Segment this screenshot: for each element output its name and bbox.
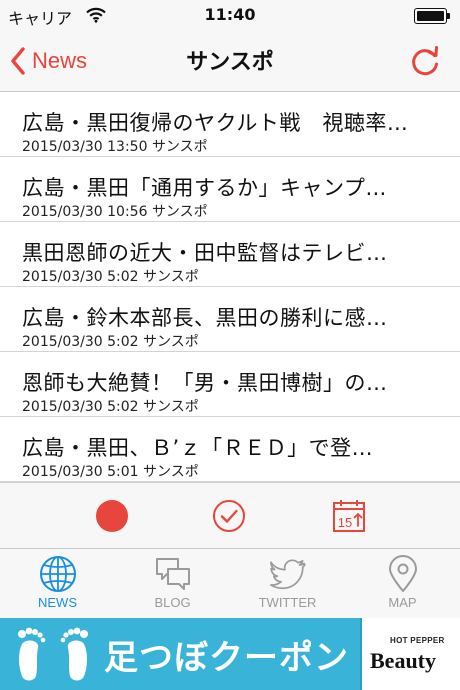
navigation-bar: News サンスポ: [0, 30, 460, 92]
news-title: 広島・黒田、Ｂ’ｚ「ＲＥＤ」で登…: [22, 436, 374, 460]
news-meta: 2015/03/30 5:02 サンスポ: [22, 269, 199, 285]
list-item[interactable]: 広島・鈴木本部長、黒田の勝利に感… 2015/03/30 5:02 サンスポ: [0, 287, 460, 352]
tab-label: NEWS: [38, 595, 77, 610]
refresh-icon: [412, 46, 438, 76]
status-bar: キャリア 11:40: [0, 0, 460, 30]
action-toolbar: 15: [0, 482, 460, 548]
calendar-icon: 15: [333, 500, 365, 532]
chat-bubbles-icon: [155, 558, 190, 590]
ad-headline: 足つぼクーポン: [104, 638, 349, 678]
bird-icon: [269, 559, 305, 590]
ad-banner[interactable]: 足つぼクーポン HOT PEPPER Beauty: [0, 618, 460, 690]
tab-blog[interactable]: BLOG: [115, 549, 230, 619]
globe-icon: [39, 556, 76, 592]
calendar-button[interactable]: 15: [332, 499, 366, 533]
list-item[interactable]: 広島・黒田復帰のヤクルト戦 視聴率… 2015/03/30 13:50 サンスポ: [0, 92, 460, 157]
hotpepper-beauty-logo: HOT PEPPER Beauty: [360, 618, 460, 690]
list-item[interactable]: 恩師も大絶賛！「男・黒田博樹」の… 2015/03/30 5:02 サンスポ: [0, 352, 460, 417]
news-meta: 2015/03/30 13:50 サンスポ: [22, 139, 208, 155]
news-list: 広島・黒田復帰のヤクルト戦 視聴率… 2015/03/30 13:50 サンスポ…: [0, 92, 460, 482]
tab-twitter[interactable]: TWITTER: [230, 549, 345, 619]
status-time: 11:40: [204, 5, 256, 24]
tab-news[interactable]: NEWS: [0, 549, 115, 619]
ad-logo-main-text: Beauty: [370, 648, 436, 673]
battery-icon: [414, 8, 450, 24]
page-title: サンスポ: [186, 50, 274, 75]
list-item[interactable]: 広島・黒田「通用するか」キャンプ… 2015/03/30 10:56 サンスポ: [0, 157, 460, 222]
tab-label: MAP: [388, 595, 417, 610]
list-item[interactable]: 黒田恩師の近大・田中監督はテレビ… 2015/03/30 5:02 サンスポ: [0, 222, 460, 287]
news-title: 広島・黒田復帰のヤクルト戦 視聴率…: [22, 111, 409, 135]
news-meta: 2015/03/30 5:02 サンスポ: [22, 334, 199, 350]
news-title: 広島・黒田「通用するか」キャンプ…: [22, 176, 387, 200]
news-meta: 2015/03/30 5:02 サンスポ: [22, 399, 199, 415]
tab-bar: NEWS BLOG TWITTER MAP: [0, 548, 460, 618]
footprints-icon: [18, 627, 88, 681]
tab-map[interactable]: MAP: [345, 549, 460, 619]
calendar-icon-text: 15: [338, 515, 352, 530]
news-title: 広島・鈴木本部長、黒田の勝利に感…: [22, 306, 388, 330]
ad-logo-small-text: HOT PEPPER: [390, 636, 445, 645]
map-pin-icon: [388, 555, 417, 592]
check-button[interactable]: [212, 499, 246, 533]
record-button[interactable]: [95, 499, 129, 533]
tab-label: BLOG: [154, 595, 191, 610]
news-meta: 2015/03/30 10:56 サンスポ: [22, 204, 208, 220]
record-dot-icon: [96, 500, 128, 532]
news-title: 黒田恩師の近大・田中監督はテレビ…: [22, 241, 388, 265]
tab-label: TWITTER: [258, 595, 317, 610]
news-title: 恩師も大絶賛！「男・黒田博樹」の…: [22, 371, 388, 395]
refresh-button[interactable]: [408, 44, 442, 78]
list-item[interactable]: 広島・黒田、Ｂ’ｚ「ＲＥＤ」で登… 2015/03/30 5:01 サンスポ: [0, 417, 460, 482]
checkmark-circle-icon: [213, 500, 245, 532]
news-meta: 2015/03/30 5:01 サンスポ: [22, 464, 199, 480]
